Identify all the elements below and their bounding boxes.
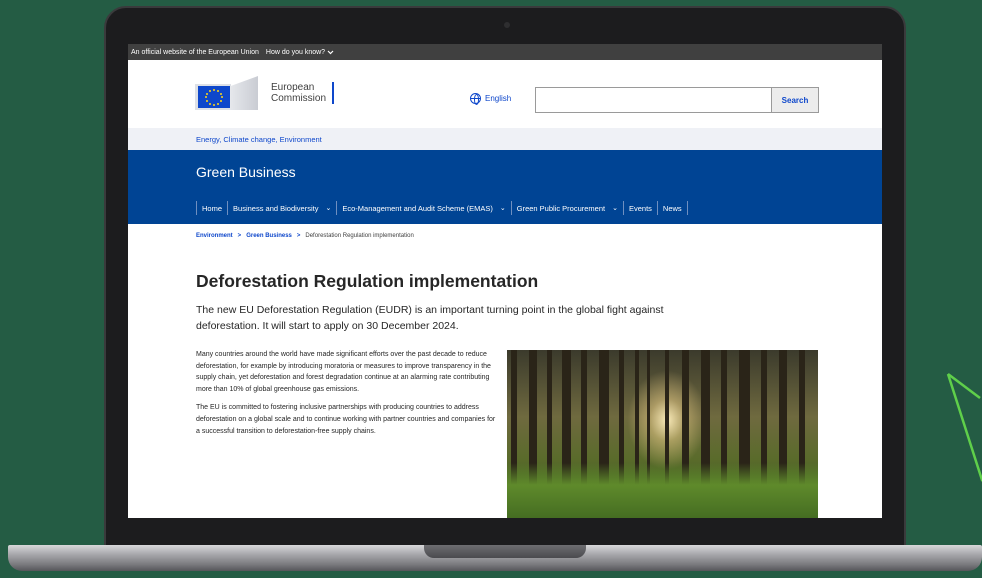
logo-line2: Commission (271, 93, 327, 104)
logo-text: European Commission (271, 82, 335, 104)
language-label: English (485, 94, 512, 103)
body-text: Many countries around the world have mad… (196, 349, 501, 444)
breadcrumb-separator: > (296, 233, 301, 239)
page-title: Deforestation Regulation implementation (196, 271, 539, 291)
laptop-notch (424, 545, 586, 558)
chevron-down-icon: ⌄ (612, 205, 618, 212)
breadcrumb-green-business[interactable]: Green Business (246, 233, 292, 239)
body-paragraph: Many countries around the world have mad… (196, 351, 491, 393)
body-paragraph: The EU is committed to fostering inclusi… (196, 404, 496, 435)
breadcrumb: Environment > Green Business > Deforesta… (196, 233, 414, 239)
site-name-band: Green Business Home Business and Biodive… (128, 150, 882, 224)
how-do-you-know-link[interactable]: How do you know? (266, 49, 334, 56)
site-header: European Commission English Search (128, 60, 882, 128)
commission-logo-icon (195, 74, 263, 112)
globe-icon (470, 93, 481, 105)
nav-item-green-public-procurement[interactable]: Green Public Procurement ⌄ (510, 201, 623, 215)
eu-official-banner: An official website of the European Unio… (128, 44, 882, 60)
logo-line1: European (271, 82, 315, 93)
camera-icon (504, 22, 510, 28)
chevron-down-icon: ⌄ (499, 205, 506, 212)
breadcrumb-separator: > (237, 233, 242, 239)
page-intro: The new EU Deforestation Regulation (EUD… (196, 304, 664, 332)
search-input[interactable] (536, 88, 771, 112)
nav-item-news[interactable]: News (656, 201, 688, 215)
official-text: An official website of the European Unio… (131, 48, 259, 56)
chevron-down-icon (327, 50, 334, 54)
decorative-arrow-icon (946, 373, 982, 482)
main-navigation: Home Business and Biodiversity ⌄ Eco-Mana… (196, 201, 688, 215)
eu-flag-icon (198, 86, 230, 108)
browser-screen: An official website of the European Unio… (128, 44, 882, 518)
nav-item-business-biodiversity[interactable]: Business and Biodiversity ⌄ (227, 201, 336, 215)
nav-item-home[interactable]: Home (196, 201, 227, 215)
european-commission-logo[interactable]: European Commission (195, 74, 335, 112)
nav-item-events[interactable]: Events (622, 201, 657, 215)
tagline-text: Energy, Climate change, Environment (196, 134, 322, 144)
site-name[interactable]: Green Business (196, 164, 296, 180)
chevron-down-icon: ⌄ (325, 205, 332, 212)
breadcrumb-current: Deforestation Regulation implementation (305, 233, 414, 239)
nav-item-emas[interactable]: Eco-Management and Audit Scheme (EMAS) ⌄ (336, 201, 510, 215)
search-button[interactable]: Search (771, 88, 818, 112)
language-selector[interactable]: English (470, 93, 512, 105)
breadcrumb-environment[interactable]: Environment (196, 233, 233, 239)
site-tagline: Energy, Climate change, Environment (128, 128, 882, 150)
forest-image (507, 350, 818, 518)
search-box: Search (535, 87, 819, 113)
